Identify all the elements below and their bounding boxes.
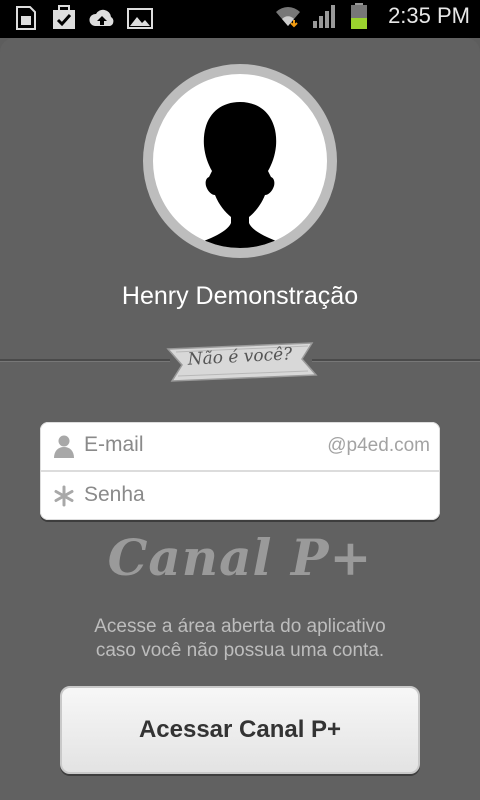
email-row: @p4ed.com [40,422,440,472]
login-form: @p4ed.com [40,422,440,520]
signal-icon [313,5,336,28]
person-silhouette-icon [184,102,296,248]
guest-info-line-1: Acesse a área aberta do aplicativo [94,616,386,637]
user-name: Henry Demonstração [121,282,359,310]
password-row [40,472,440,520]
divider-right [312,359,480,361]
canal-p-logo: Canal P+ [107,528,373,587]
email-domain-suffix: @p4ed.com [327,435,430,456]
gallery-icon [127,8,153,29]
user-avatar [143,64,337,258]
password-input[interactable] [84,480,304,510]
access-canal-button[interactable]: Acessar Canal P+ [60,686,420,774]
battery-icon [351,3,368,29]
cloud-upload-icon [89,9,114,26]
task-check-icon [53,5,75,29]
sim-card-icon [16,6,36,30]
status-bar: 2:35 PM [0,0,480,38]
login-screen: Henry Demonstração Não é você? @p4ed.com… [0,38,480,800]
user-icon [54,435,74,458]
divider-left [0,359,170,361]
email-input[interactable] [84,430,304,460]
system-icons: 2:35 PM [274,2,470,30]
guest-info-line-2: caso você não possua uma conta. [95,640,385,661]
switch-user-ribbon[interactable]: Não é você? [162,335,318,383]
wifi-icon [276,7,301,28]
asterisk-icon [54,485,74,507]
notification-icons [12,4,154,32]
clock: 2:35 PM [388,3,470,28]
